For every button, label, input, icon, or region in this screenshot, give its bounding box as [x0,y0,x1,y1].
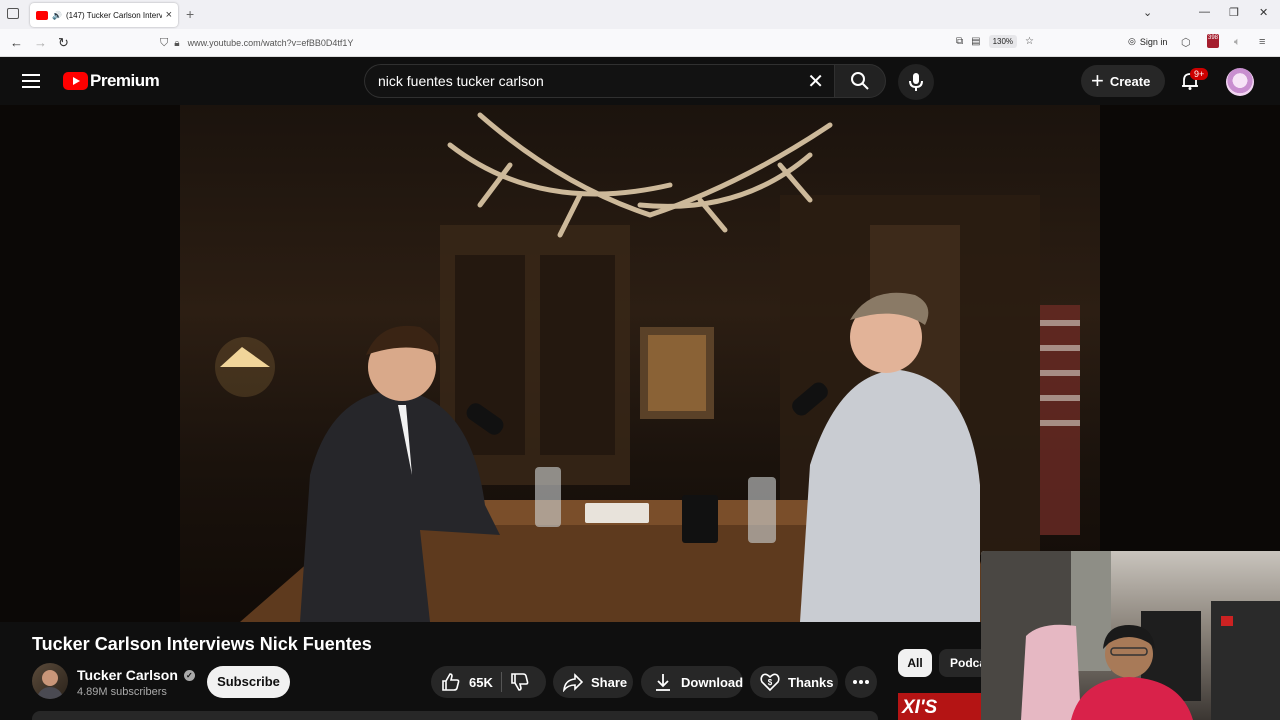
audio-icon[interactable]: 🔈︎ [1234,36,1241,49]
notification-count-badge[interactable]: 9+ [1190,68,1209,80]
logo-text: Premium [90,71,160,90]
verified-check-icon: ✓ [183,669,195,681]
tab-title: (147) Tucker Carlson Interviews Nick Fue… [65,10,162,20]
chevron-down-icon[interactable]: ⌄ [1143,6,1152,19]
zoom-level[interactable]: 130% [988,35,1018,48]
video-frame[interactable] [180,105,1100,622]
bookmark-star-icon[interactable]: ☆ [1025,36,1034,47]
extensions-icon[interactable]: ⬡ [1181,36,1191,49]
account-icon: ◎ [1128,36,1136,46]
thumbnail-text: XI'S [902,697,938,718]
plus-icon: + [1091,68,1104,93]
browser-navbar: ← → ↻ ⛉ 🔒︎ www.youtube.com/watch?v=efBB0… [0,29,1280,57]
recommended-video-thumbnail[interactable]: XI'S [898,693,988,720]
hamburger-menu-icon[interactable] [22,74,40,88]
thanks-icon: $ [760,673,780,692]
close-tab-icon[interactable]: × [166,9,172,21]
minimize-icon[interactable]: — [1199,6,1210,18]
youtube-play-icon [63,72,88,90]
picture-in-picture-icon[interactable]: ⧉ [956,36,963,47]
search-button[interactable] [834,64,886,98]
webcam-overlay [981,551,1280,720]
microphone-icon [909,73,923,91]
like-button[interactable]: 65K [431,672,493,692]
chip-all[interactable]: All [898,649,932,677]
back-icon[interactable]: ← [10,35,23,50]
channel-avatar[interactable] [32,663,68,699]
webcam-scene [981,551,1280,720]
search-icon [851,72,869,90]
description-box[interactable] [32,711,878,720]
speaker-icon[interactable]: 🔊 [52,11,62,20]
more-horizontal-icon [853,680,869,684]
sign-in-label: Sign in [1139,36,1168,47]
thumbs-up-icon [442,673,460,691]
video-scene [215,112,1080,622]
clear-search-icon[interactable]: ✕ [807,69,824,94]
forward-icon[interactable]: → [34,35,47,50]
more-actions-button[interactable] [845,666,877,698]
like-divider [500,672,502,692]
new-tab-icon[interactable]: + [186,6,194,22]
youtube-logo[interactable]: Premium [63,71,160,91]
like-dislike-group: 65K [431,666,546,698]
reader-view-icon[interactable]: ▤ [971,36,980,47]
search-input[interactable] [378,73,798,89]
voice-search-button[interactable] [898,64,934,100]
thanks-button[interactable]: $ Thanks [750,666,838,698]
url-bar[interactable]: ⛉ 🔒︎ www.youtube.com/watch?v=efBB0D4tf1Y… [152,32,1042,54]
extension-badge[interactable]: 398 [1207,34,1219,48]
download-label: Download [681,674,744,690]
svg-text:$: $ [768,678,773,687]
reload-icon[interactable]: ↻ [58,35,69,51]
download-button[interactable]: Download [641,666,743,698]
youtube-favicon-icon [36,10,48,20]
subscriber-count: 4.89M subscribers [77,686,167,698]
like-count: 65K [469,674,493,690]
shield-icon[interactable]: ⛉ [160,37,168,50]
thumbs-down-icon [511,673,529,691]
channel-name[interactable]: Tucker Carlson ✓ [77,667,195,683]
youtube-header: Premium ✕ + Create 9+ [0,57,1280,105]
create-button[interactable]: + Create [1081,65,1165,97]
menu-icon[interactable]: ≡ [1259,36,1265,48]
share-label: Share [591,674,628,690]
channel-avatar-portrait [36,670,64,699]
url-text[interactable]: www.youtube.com/watch?v=efBB0D4tf1Y [188,38,354,48]
sign-in-button[interactable]: ◎ Sign in [1128,36,1167,47]
lock-icon[interactable]: 🔒︎ [174,38,179,49]
avatar[interactable] [1226,68,1254,96]
close-window-icon[interactable]: ✕ [1259,6,1268,19]
extension-badge-count: 398 [1207,35,1218,41]
browser-tab[interactable]: 🔊 (147) Tucker Carlson Interviews Nick F… [30,3,178,27]
download-icon [656,674,670,691]
video-player[interactable] [0,105,1280,622]
dislike-button[interactable] [510,672,530,692]
restore-icon[interactable]: ❐ [1229,6,1239,19]
search-box: ✕ [364,64,834,98]
browser-tabbar: 🔊 (147) Tucker Carlson Interviews Nick F… [0,0,1280,29]
channel-name-label[interactable]: Tucker Carlson [77,667,178,683]
tab-list-icon[interactable] [7,8,19,19]
share-icon [563,673,583,692]
share-button[interactable]: Share [553,666,633,698]
subscribe-button[interactable]: Subscribe [207,666,290,698]
thanks-label: Thanks [788,674,834,690]
video-title: Tucker Carlson Interviews Nick Fuentes [32,634,372,654]
create-label: Create [1109,73,1151,89]
